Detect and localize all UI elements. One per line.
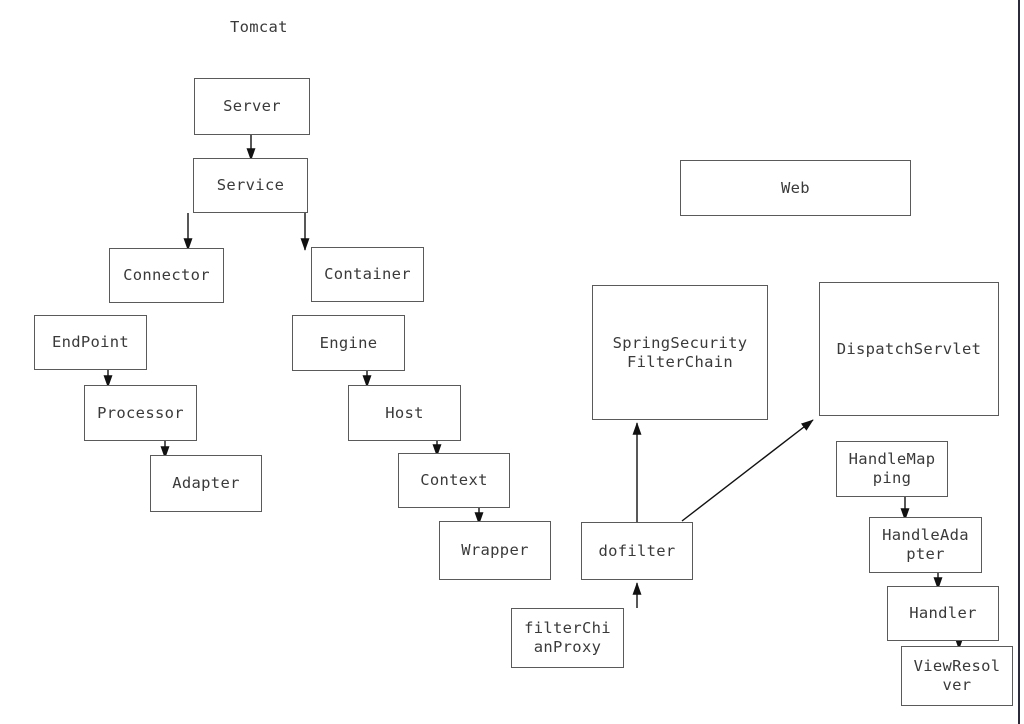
node-web[interactable]: Web (680, 160, 911, 216)
node-dofilter[interactable]: dofilter (581, 522, 693, 580)
node-handleadapter[interactable]: HandleAda pter (869, 517, 982, 573)
node-wrapper[interactable]: Wrapper (439, 521, 551, 580)
node-viewresolver[interactable]: ViewResol ver (901, 646, 1013, 706)
node-dispatchservlet[interactable]: DispatchServlet (819, 282, 999, 416)
node-adapter[interactable]: Adapter (150, 455, 262, 512)
node-server[interactable]: Server (194, 78, 310, 135)
diagram-canvas: Tomcat Server Service Connector Container En… (0, 0, 1024, 724)
edge-dofilter-dispatchservlet (681, 419, 814, 522)
node-handler[interactable]: Handler (887, 586, 999, 641)
node-processor[interactable]: Processor (84, 385, 197, 441)
node-engine[interactable]: Engine (292, 315, 405, 371)
node-endpoint[interactable]: EndPoint (34, 315, 147, 370)
node-container[interactable]: Container (311, 247, 424, 302)
node-connector[interactable]: Connector (109, 248, 224, 303)
node-springsecurityfilterchain[interactable]: SpringSecurity FilterChain (592, 285, 768, 420)
page-border-right (1018, 0, 1020, 724)
node-handlemapping[interactable]: HandleMap ping (836, 441, 948, 497)
node-context[interactable]: Context (398, 453, 510, 508)
diagram-title-tomcat: Tomcat (230, 18, 288, 36)
node-service[interactable]: Service (193, 158, 308, 213)
node-filterchainproxy[interactable]: filterChi anProxy (511, 608, 624, 668)
node-host[interactable]: Host (348, 385, 461, 441)
